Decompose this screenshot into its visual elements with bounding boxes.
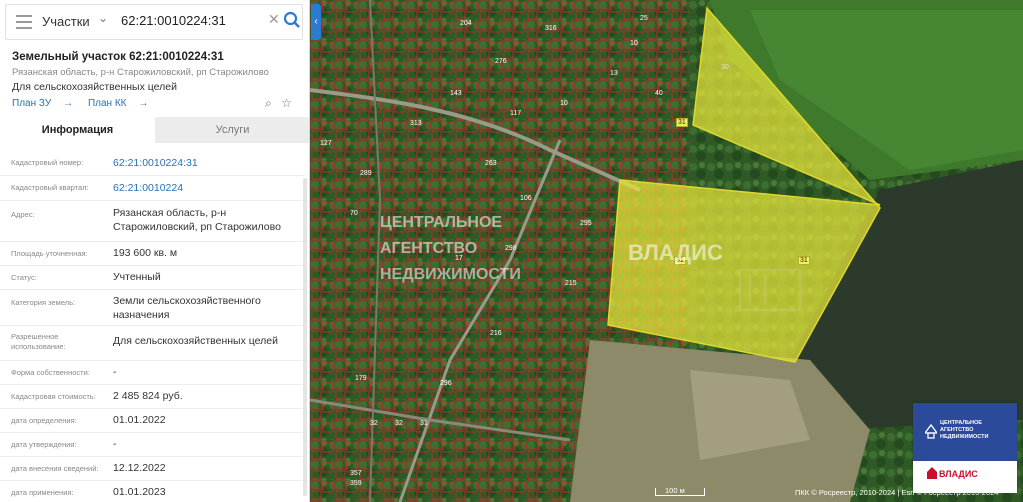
parcel-number-label: 276 — [495, 58, 507, 65]
cadastral-number-link[interactable]: 62:21:0010224:31 — [113, 157, 298, 171]
info-row: Кадастровая стоимость: 2 485 824 руб. — [0, 385, 305, 409]
parcel-label: 31 — [676, 118, 688, 127]
parcel-number-label: 179 — [355, 375, 367, 382]
parcel-number-label: 25 — [640, 15, 648, 22]
menu-icon[interactable] — [16, 15, 32, 29]
parcel-number-label: 143 — [450, 90, 462, 97]
logo-brand: ВЛАДИС — [939, 469, 978, 479]
map-scale-label: 100 м — [665, 486, 685, 495]
search-icon[interactable] — [283, 11, 301, 29]
parcel-number-label: 32 — [370, 420, 378, 427]
info-row: Площадь уточненная: 193 600 кв. м — [0, 242, 305, 266]
close-icon[interactable]: ✕ — [268, 11, 280, 28]
parcel-number-label: 10 — [630, 40, 638, 47]
parcel-number-label: 357 — [350, 470, 362, 477]
parcel-number-label: 298 — [505, 245, 517, 252]
info-row: Кадастровый номер: 62:21:0010224:31 — [0, 149, 305, 176]
parcel-title: Земельный участок 62:21:0010224:31 — [12, 51, 224, 63]
parcel-label: 30 — [721, 64, 729, 71]
parcel-number-label: 17 — [455, 255, 463, 262]
search-bar: Участки ⌄ ✕ — [0, 0, 309, 46]
info-row: Адрес: Рязанская область, р-н Старожилов… — [0, 201, 305, 242]
parcel-number-label: 296 — [440, 380, 452, 387]
info-row: Форма собственности: - — [0, 361, 305, 385]
parcel-number-label: 204 — [460, 20, 472, 27]
logo-text: ЦЕНТРАЛЬНОЕ АГЕНТСТВО НЕДВИЖИМОСТИ — [940, 420, 989, 440]
scrollbar[interactable] — [303, 178, 307, 496]
parcel-number-label: 70 — [350, 210, 358, 217]
agency-logo: ЦЕНТРАЛЬНОЕ АГЕНТСТВО НЕДВИЖИМОСТИ ВЛАДИ… — [913, 403, 1017, 493]
parcel-number-label: 215 — [565, 280, 577, 287]
cadastral-quarter-link[interactable]: 62:21:0010224 — [113, 182, 298, 196]
info-row: дата определения: 01.01.2022 — [0, 409, 305, 433]
info-row: Статус: Учтенный — [0, 266, 305, 290]
parcel-number-label: 106 — [520, 195, 532, 202]
parcel-number-label: 359 — [350, 480, 362, 487]
parcel-number-label: 313 — [410, 120, 422, 127]
parcel-number-label: 216 — [490, 330, 502, 337]
info-row: Разрешенное использование: Для сельскохо… — [0, 326, 305, 361]
plan-zu-link[interactable]: План ЗУ → — [12, 98, 73, 109]
tabs: Информация Услуги — [0, 117, 309, 143]
parcel-number-label: 31 — [420, 420, 428, 427]
info-row: дата внесения сведений: 12.12.2022 — [0, 457, 305, 481]
parcel-number-label: 295 — [580, 220, 592, 227]
logo-mark-icon — [925, 423, 937, 439]
parcel-number-label: 32 — [395, 420, 403, 427]
info-row: дата применения: 01.01.2023 — [11, 486, 166, 498]
tab-services[interactable]: Услуги — [155, 117, 309, 143]
info-row: Кадастровый квартал: 62:21:0010224 — [0, 176, 305, 201]
collapse-panel-button[interactable]: ‹ — [311, 4, 321, 40]
parcel-number-label: 13 — [610, 70, 618, 77]
parcel-number-label: 127 — [320, 140, 332, 147]
action-icons: ⌕ ☆ — [265, 96, 292, 111]
info-row: дата утверждения: - — [0, 433, 305, 457]
watermark-line1: ЦЕНТРАЛЬНОЕ — [380, 214, 503, 231]
star-icon[interactable]: ☆ — [281, 96, 292, 110]
parcel-number-label: 40 — [655, 90, 663, 97]
parcel-purpose: Для сельскохозяйственных целей — [12, 81, 177, 93]
watermark-brand: ВЛАДИС — [628, 240, 723, 265]
info-row: Категория земель: Земли сельскохозяйстве… — [0, 290, 305, 326]
house-icon — [927, 467, 937, 479]
logo-banner: ЦЕНТРАЛЬНОЕ АГЕНТСТВО НЕДВИЖИМОСТИ — [913, 403, 1017, 461]
tab-info[interactable]: Информация — [0, 117, 155, 143]
parcel-number-label: 316 — [545, 25, 557, 32]
parcel-number-label: 117 — [510, 110, 522, 117]
search-box: Участки ⌄ ✕ — [5, 4, 303, 40]
plan-links: План ЗУ → План КК → — [12, 98, 161, 109]
parcel-label: 31 — [798, 256, 810, 265]
info-panel: Участки ⌄ ✕ Земельный участок 62:21:0010… — [0, 0, 310, 502]
search-input[interactable] — [121, 13, 261, 28]
parcel-number-label: 10 — [560, 100, 568, 107]
chevron-down-icon[interactable]: ⌄ — [98, 11, 108, 25]
layer-select[interactable]: Участки — [42, 14, 90, 29]
watermark-line3: НЕДВИЖИМОСТИ — [380, 266, 521, 283]
plan-kk-link[interactable]: План КК → — [88, 98, 149, 109]
parcel-number-label: 289 — [360, 170, 372, 177]
parcel-address: Рязанская область, р-н Старожиловский, р… — [12, 67, 269, 78]
parcel-number-label: 263 — [485, 160, 497, 167]
locate-icon[interactable]: ⌕ — [265, 96, 272, 110]
